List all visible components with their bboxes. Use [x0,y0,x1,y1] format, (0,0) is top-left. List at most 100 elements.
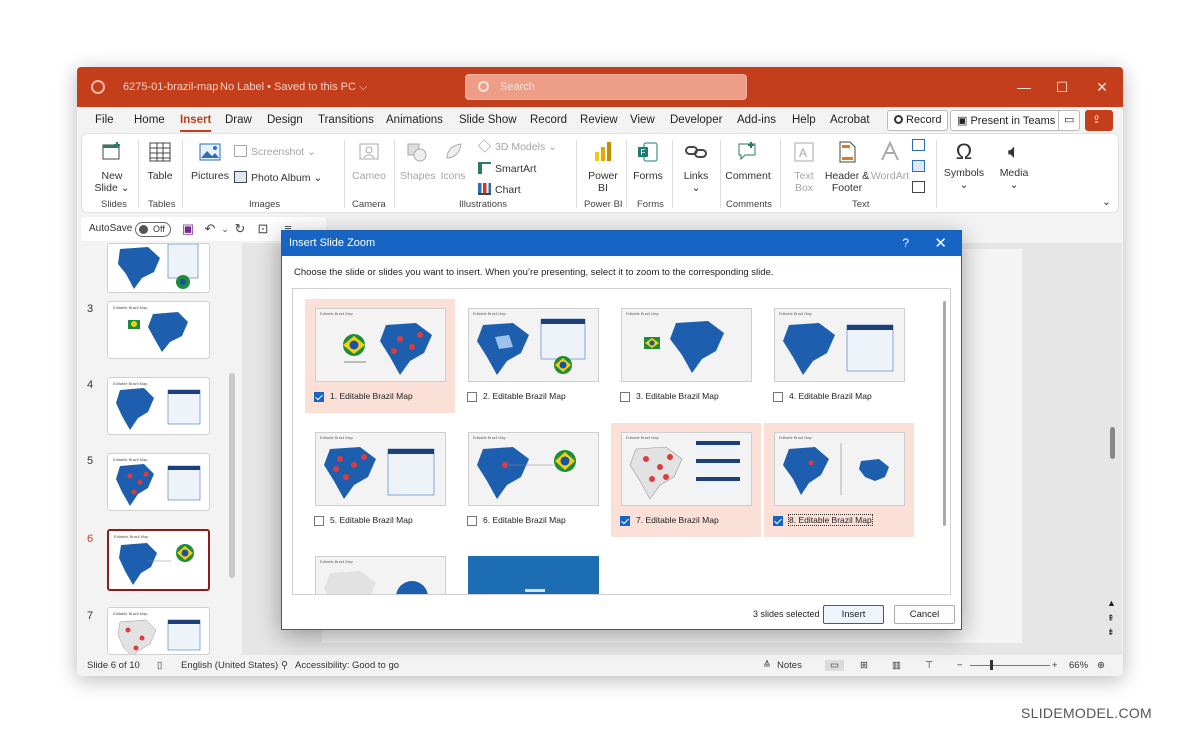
text-box-button[interactable]: A Text Box [786,140,822,194]
icons-button[interactable]: Icons [438,140,468,182]
tab-design[interactable]: Design [267,114,303,126]
spelling-icon[interactable]: ▯ [157,660,162,671]
next-slide-icon[interactable]: ⇟ [1107,627,1115,638]
slide-tile-7[interactable]: Editable Brazil Map 7. Editable Brazil M… [611,423,761,537]
slide-tile-5[interactable]: Editable Brazil Map 5. Editable Brazil M… [305,423,455,537]
accessibility-status[interactable]: Accessibility: Good to go [295,660,399,671]
slide-thumbnail[interactable]: Editable Brazil Map [107,301,210,359]
slide-checkbox[interactable] [773,516,783,526]
shapes-button[interactable]: Shapes [400,140,436,182]
comment-button[interactable]: Comment [724,140,772,182]
comments-icon[interactable]: ▭ [1058,110,1080,131]
undo-dropdown-icon[interactable]: ⌄ [218,222,232,236]
symbols-button[interactable]: Ω Symbols ⌄ [942,140,986,192]
search-box[interactable]: Search [465,74,747,100]
present-in-teams-button[interactable]: ▣ Present in Teams [950,110,1063,131]
media-button[interactable]: 🔈︎ Media ⌄ [994,140,1034,191]
forms-button[interactable]: F Forms [630,140,666,182]
slide-thumbnail[interactable]: Editable Brazil Map [107,607,210,655]
slide-tile-1[interactable]: Editable Brazil Map 1. Editable Brazil M… [305,299,455,413]
slide-thumbnail[interactable] [107,243,210,293]
3d-models-button[interactable]: 3D Models ⌄ [477,139,557,153]
cameo-button[interactable]: Cameo [350,140,388,182]
slide-checkbox[interactable] [620,392,630,402]
maximize-icon[interactable]: ☐ [1052,79,1072,96]
chart-button[interactable]: Chart [478,183,521,196]
tab-add-ins[interactable]: Add-ins [737,114,776,126]
record-button[interactable]: Record [887,110,949,131]
sensitivity-label[interactable]: No Label • Saved to this PC ⌵ [220,81,367,94]
tab-insert[interactable]: Insert [180,114,212,132]
close-dialog-icon[interactable]: ✕ [934,234,947,252]
tab-transitions[interactable]: Transitions [318,114,374,126]
zoom-in-icon[interactable]: + [1052,660,1058,671]
slide-checkbox[interactable] [314,392,324,402]
insert-button[interactable]: Insert [823,605,884,624]
slide-show-icon[interactable]: ⊤ [925,660,933,671]
new-slide-button[interactable]: New Slide ⌄ [90,140,134,194]
date-time-icon[interactable] [912,139,929,152]
undo-icon[interactable]: ↶ [203,222,217,236]
previous-slide-icon[interactable]: ⇞ [1107,613,1115,624]
scroll-up-icon[interactable]: ▲ [1107,598,1116,608]
slide-tile-2[interactable]: Editable Brazil Map 2. Editable Brazil M… [458,299,608,413]
share-icon[interactable]: ⇪ [1085,110,1113,131]
table-button[interactable]: Table [142,140,178,182]
photo-album-button[interactable]: Photo Album ⌄ [234,171,322,184]
redo-icon[interactable]: ↻ [233,222,247,236]
normal-view-icon[interactable]: ▭ [825,660,844,671]
zoom-level[interactable]: 66% [1069,660,1088,671]
tab-view[interactable]: View [630,114,655,126]
zoom-slider-thumb[interactable] [990,660,993,670]
slide-tile-4[interactable]: Editable Brazil Map 4. Editable Brazil M… [764,299,914,413]
tab-help[interactable]: Help [792,114,816,126]
autosave-toggle[interactable]: Off [135,222,171,237]
slide-thumbnail[interactable]: Editable Brazil Map [107,453,210,511]
slide-tile-8[interactable]: Editable Brazil Map 8. Editable Brazil M… [764,423,914,537]
slide-sorter-icon[interactable]: ⊞ [860,660,868,671]
language-status[interactable]: English (United States) [181,660,278,671]
zoom-out-icon[interactable]: − [957,660,963,671]
slide-checkbox[interactable] [467,392,477,402]
tab-draw[interactable]: Draw [225,114,252,126]
ribbon-collapse-icon[interactable]: ⌄ [1102,196,1111,208]
links-button[interactable]: Links ⌄ [678,140,714,194]
tab-review[interactable]: Review [580,114,618,126]
cancel-button[interactable]: Cancel [894,605,955,624]
tab-record[interactable]: Record [530,114,567,126]
tab-animations[interactable]: Animations [386,114,443,126]
tab-home[interactable]: Home [134,114,165,126]
wordart-button[interactable]: WordArt [870,140,910,182]
tab-slide-show[interactable]: Slide Show [459,114,517,126]
zoom-slider[interactable] [970,665,1050,666]
slide-tile-6[interactable]: Editable Brazil Map 6. Editable Brazil M… [458,423,608,537]
tab-developer[interactable]: Developer [670,114,722,126]
slide-thumbnail[interactable]: Editable Brazil Map [107,377,210,435]
reading-view-icon[interactable]: ▥ [892,660,901,671]
slide-checkbox[interactable] [467,516,477,526]
slide-checkbox[interactable] [620,516,630,526]
tab-file[interactable]: File [95,114,114,126]
header-footer-button[interactable]: Header & Footer [824,140,870,194]
editor-scrollbar[interactable] [1110,427,1115,459]
notes-button[interactable]: Notes [777,660,802,671]
slide-thumbnail-selected[interactable]: Editable Brazil Map [107,529,210,591]
slide-tile-10[interactable] [458,547,608,594]
pictures-button[interactable]: Pictures [190,140,230,182]
slide-tile-3[interactable]: Editable Brazil Map 3. Editable Brazil M… [611,299,761,413]
power-bi-button[interactable]: Power BI [582,140,624,194]
close-window-icon[interactable]: ✕ [1092,79,1112,96]
save-icon[interactable]: ▣ [181,222,195,236]
present-from-beginning-icon[interactable]: ⊡ [256,222,270,236]
smartart-button[interactable]: SmartArt [478,162,536,175]
slide-checkbox[interactable] [314,516,324,526]
fit-to-window-icon[interactable]: ⊕ [1097,660,1105,671]
thumbnail-scrollbar[interactable] [229,373,235,578]
gallery-scrollbar[interactable] [943,301,946,526]
minimize-icon[interactable]: — [1014,79,1034,95]
slide-tile-9[interactable]: Editable Brazil Map [305,547,455,594]
slide-checkbox[interactable] [773,392,783,402]
tab-acrobat[interactable]: Acrobat [830,114,870,126]
slide-number-icon[interactable] [912,160,929,173]
object-icon[interactable] [912,181,929,194]
